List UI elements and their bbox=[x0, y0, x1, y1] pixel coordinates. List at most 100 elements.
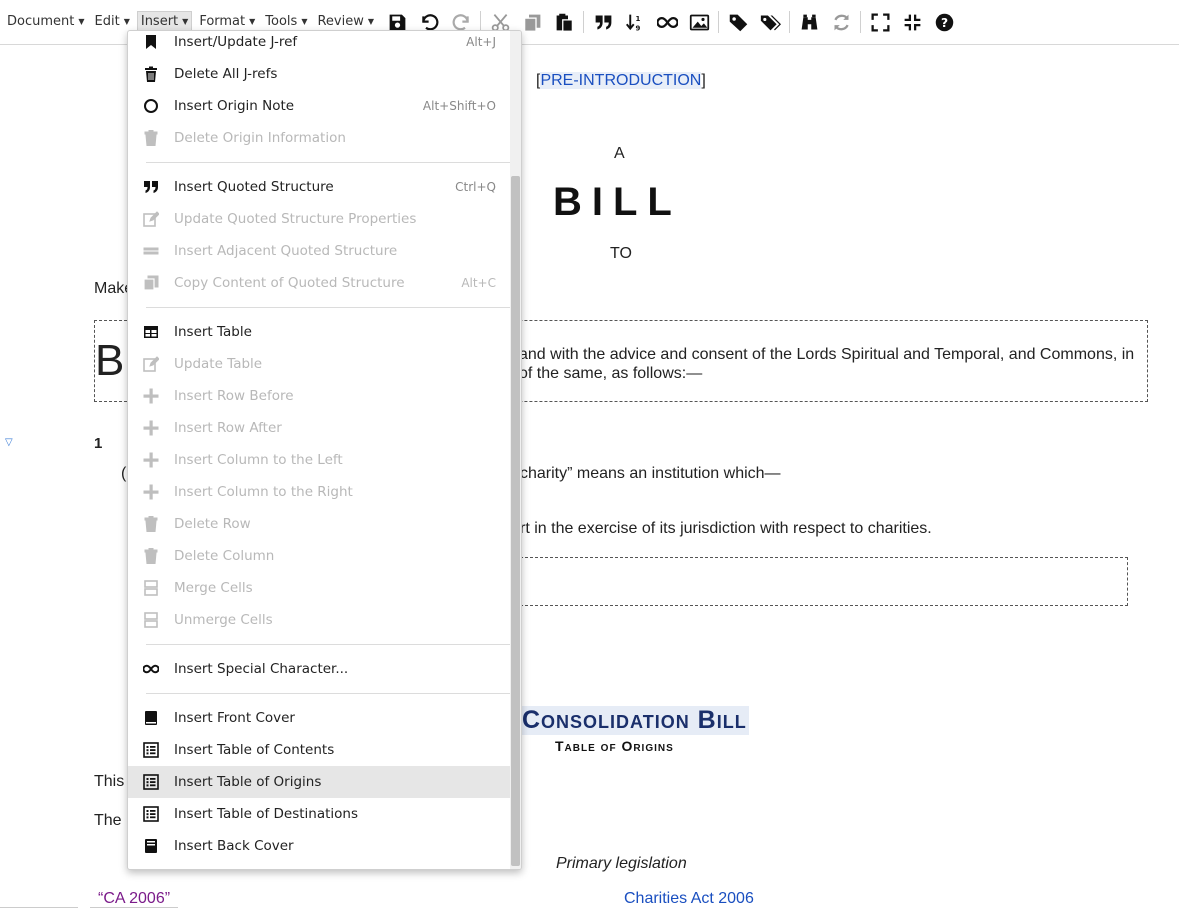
menu-label: Insert bbox=[140, 14, 179, 29]
menu-item-delete-origin-information[interactable]: Delete Origin Information bbox=[128, 122, 512, 154]
menu-label: Document bbox=[7, 14, 75, 29]
quote-icon[interactable] bbox=[587, 5, 619, 39]
menu-item-label: Delete All J-refs bbox=[174, 66, 278, 82]
content-placeholder-box[interactable] bbox=[510, 557, 1128, 606]
tags-icon[interactable] bbox=[754, 5, 786, 39]
edit-icon bbox=[128, 211, 174, 227]
menu-item-insert-quoted-structure[interactable]: Insert Quoted Structure Ctrl+Q bbox=[128, 171, 512, 203]
menu-item-label: Insert Adjacent Quoted Structure bbox=[174, 243, 398, 259]
menu-item-label: Insert Front Cover bbox=[174, 710, 295, 726]
menu-item-insert-adjacent-quoted-structure[interactable]: Insert Adjacent Quoted Structure bbox=[128, 235, 512, 267]
caret-down-icon: ▼ bbox=[182, 17, 189, 26]
menu-item-label: Update Quoted Structure Properties bbox=[174, 211, 417, 227]
merge-icon bbox=[128, 580, 174, 596]
list-icon bbox=[128, 742, 174, 758]
menu-item-insert-origin-note[interactable]: Insert Origin Note Alt+Shift+O bbox=[128, 90, 512, 122]
pre-introduction-link[interactable]: PRE-INTRODUCTION bbox=[540, 72, 702, 89]
menu-separator bbox=[128, 154, 512, 171]
bill-heading: BILL bbox=[553, 180, 682, 224]
menu-item-label: Merge Cells bbox=[174, 580, 253, 596]
menu-item-label: Insert Column to the Left bbox=[174, 452, 343, 468]
menu-item-unmerge-cells[interactable]: Unmerge Cells bbox=[128, 604, 512, 636]
menu-item-update-table[interactable]: Update Table bbox=[128, 348, 512, 380]
caret-down-icon: ▼ bbox=[249, 17, 256, 26]
bracket-close: ] bbox=[701, 72, 706, 89]
menu-item-insert-table-of-origins[interactable]: Insert Table of Origins bbox=[128, 766, 512, 798]
bookmark-icon bbox=[128, 34, 174, 50]
trash-icon bbox=[128, 130, 174, 146]
collapse-triangle-icon[interactable]: ▽ bbox=[5, 437, 13, 448]
image-icon[interactable] bbox=[683, 5, 715, 39]
menu-item-merge-cells[interactable]: Merge Cells bbox=[128, 572, 512, 604]
menu-edit[interactable]: Edit ▼ bbox=[92, 11, 133, 33]
quote-icon bbox=[128, 179, 174, 195]
enacting-drop-cap: B bbox=[95, 336, 125, 385]
menu-item-insert-row-after[interactable]: Insert Row After bbox=[128, 412, 512, 444]
menu-item-label: Delete Row bbox=[174, 516, 251, 532]
exit-fullscreen-icon[interactable] bbox=[896, 5, 928, 39]
menu-separator bbox=[128, 685, 512, 702]
circle-icon bbox=[128, 98, 174, 114]
plus-icon bbox=[128, 420, 174, 436]
menu-item-label: Delete Origin Information bbox=[174, 130, 346, 146]
menu-item-insert-front-cover[interactable]: Insert Front Cover bbox=[128, 702, 512, 734]
book-icon bbox=[128, 710, 174, 726]
plus-icon bbox=[128, 388, 174, 404]
menu-separator bbox=[128, 299, 512, 316]
infinity-icon bbox=[128, 661, 174, 677]
menu-item-update-quoted-structure-properties[interactable]: Update Quoted Structure Properties bbox=[128, 203, 512, 235]
edit-icon bbox=[128, 356, 174, 372]
menu-item-insert-special-character[interactable]: Insert Special Character... bbox=[128, 653, 512, 685]
menu-item-insert-update-jref[interactable]: Insert/Update J-ref Alt+J bbox=[128, 31, 512, 58]
menu-item-label: Insert Table of Destinations bbox=[174, 806, 359, 822]
consolidation-bill-title: Consolidation Bill bbox=[520, 706, 749, 735]
menu-label: Tools bbox=[265, 14, 298, 29]
fullscreen-icon[interactable] bbox=[864, 5, 896, 39]
plus-icon bbox=[128, 452, 174, 468]
paragraph-fragment: This bbox=[94, 773, 125, 790]
paragraph-fragment: The bbox=[94, 812, 122, 829]
menu-item-label: Insert/Update J-ref bbox=[174, 34, 298, 50]
plus-icon bbox=[128, 484, 174, 500]
menu-document[interactable]: Document ▼ bbox=[4, 11, 88, 33]
menu-item-label: Delete Column bbox=[174, 548, 275, 564]
paste-icon[interactable] bbox=[548, 5, 580, 39]
menu-scrollbar-thumb[interactable] bbox=[511, 176, 520, 866]
insert-menu-list: Insert/Update J-ref Alt+J Delete All J-r… bbox=[128, 31, 512, 862]
divider bbox=[0, 907, 78, 908]
act-title-link[interactable]: Charities Act 2006 bbox=[624, 890, 754, 908]
pre-introduction-marker[interactable]: [PRE-INTRODUCTION] bbox=[536, 72, 706, 90]
table-of-origins-subtitle: Table of Origins bbox=[555, 738, 674, 754]
toolbar-divider bbox=[789, 11, 791, 33]
sort-icon[interactable]: 19 bbox=[619, 5, 651, 39]
refresh-icon[interactable] bbox=[825, 5, 857, 39]
copy-icon bbox=[128, 275, 174, 291]
toolbar-divider bbox=[583, 11, 585, 33]
menu-item-insert-row-before[interactable]: Insert Row Before bbox=[128, 380, 512, 412]
help-icon[interactable]: ? bbox=[928, 5, 960, 39]
menu-item-insert-table-of-contents[interactable]: Insert Table of Contents bbox=[128, 734, 512, 766]
menu-item-insert-table[interactable]: Insert Table bbox=[128, 316, 512, 348]
menu-item-shortcut: Alt+C bbox=[461, 276, 496, 290]
menu-item-label: Update Table bbox=[174, 356, 263, 372]
infinity-icon[interactable] bbox=[651, 5, 683, 39]
binoculars-icon[interactable] bbox=[793, 5, 825, 39]
menu-item-insert-column-left[interactable]: Insert Column to the Left bbox=[128, 444, 512, 476]
tag-icon[interactable] bbox=[722, 5, 754, 39]
menu-item-label: Insert Row After bbox=[174, 420, 282, 436]
menu-item-label: Unmerge Cells bbox=[174, 612, 273, 628]
trash-icon bbox=[128, 516, 174, 532]
menu-label: Review bbox=[317, 14, 364, 29]
abbreviation-reference[interactable]: “CA 2006” bbox=[98, 890, 170, 908]
caret-down-icon: ▼ bbox=[123, 17, 130, 26]
menu-item-insert-column-right[interactable]: Insert Column to the Right bbox=[128, 476, 512, 508]
merge-icon bbox=[128, 612, 174, 628]
menu-item-copy-content-of-quoted-structure[interactable]: Copy Content of Quoted Structure Alt+C bbox=[128, 267, 512, 299]
menu-item-insert-table-of-destinations[interactable]: Insert Table of Destinations bbox=[128, 798, 512, 830]
subsection-paren: ( bbox=[121, 465, 127, 482]
menu-item-delete-row[interactable]: Delete Row bbox=[128, 508, 512, 540]
menu-item-delete-all-jrefs[interactable]: Delete All J-refs bbox=[128, 58, 512, 90]
menu-item-shortcut: Alt+J bbox=[466, 35, 496, 49]
menu-item-delete-column[interactable]: Delete Column bbox=[128, 540, 512, 572]
menu-item-insert-back-cover[interactable]: Insert Back Cover bbox=[128, 830, 512, 862]
